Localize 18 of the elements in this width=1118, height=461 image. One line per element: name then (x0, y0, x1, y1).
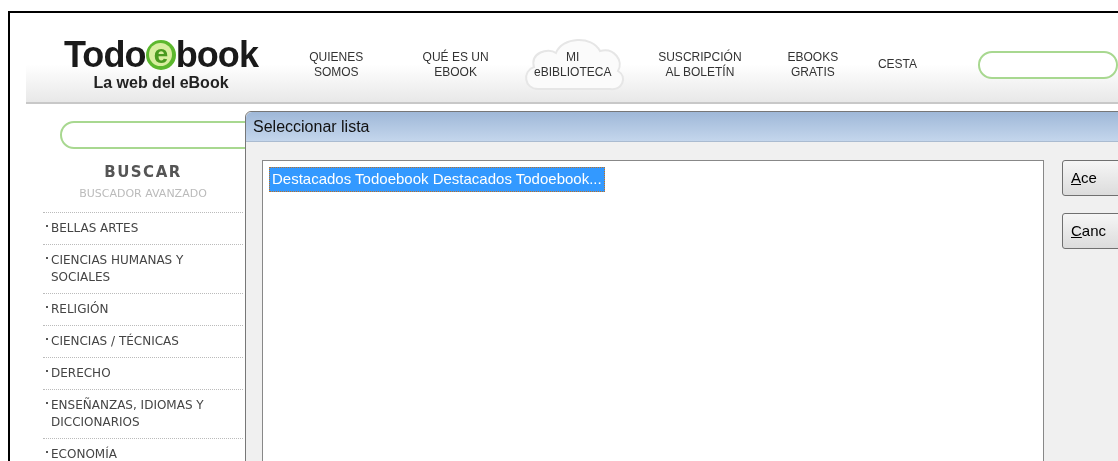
nav-link[interactable]: QUÉ ES UN EBOOK (415, 49, 496, 80)
nav-link[interactable]: CESTA (875, 57, 919, 72)
dialog-button[interactable]: Canc (1062, 213, 1118, 249)
category-link[interactable]: BELLAS ARTES (51, 220, 236, 237)
category-link[interactable]: RELIGIÓN (51, 301, 236, 318)
category-link[interactable]: DERECHO (51, 365, 236, 382)
search-heading: BUSCAR (104, 162, 182, 183)
nav-link[interactable]: QUIENES SOMOS (285, 49, 388, 80)
dialog-button[interactable]: Ace (1062, 160, 1118, 196)
nav-link[interactable]: SUSCRIPCIÓN AL BOLETÍN (649, 49, 750, 80)
category-link[interactable]: ECONOMÍA (51, 446, 236, 461)
search-field[interactable] (978, 50, 1118, 79)
category-link[interactable]: CIENCIAS / TÉCNICAS (51, 333, 236, 350)
dialog-title: Seleccionar lista (253, 116, 370, 137)
logo[interactable]: Todo e book La web del eBook (51, 36, 271, 93)
category-link[interactable]: ENSEÑANZAS, IDIOMAS Y DICCIONARIOS (51, 397, 236, 431)
category-link[interactable]: CIENCIAS HUMANAS Y SOCIALES (51, 252, 236, 286)
nav-link[interactable]: EBOOKS GRATIS (777, 49, 848, 80)
